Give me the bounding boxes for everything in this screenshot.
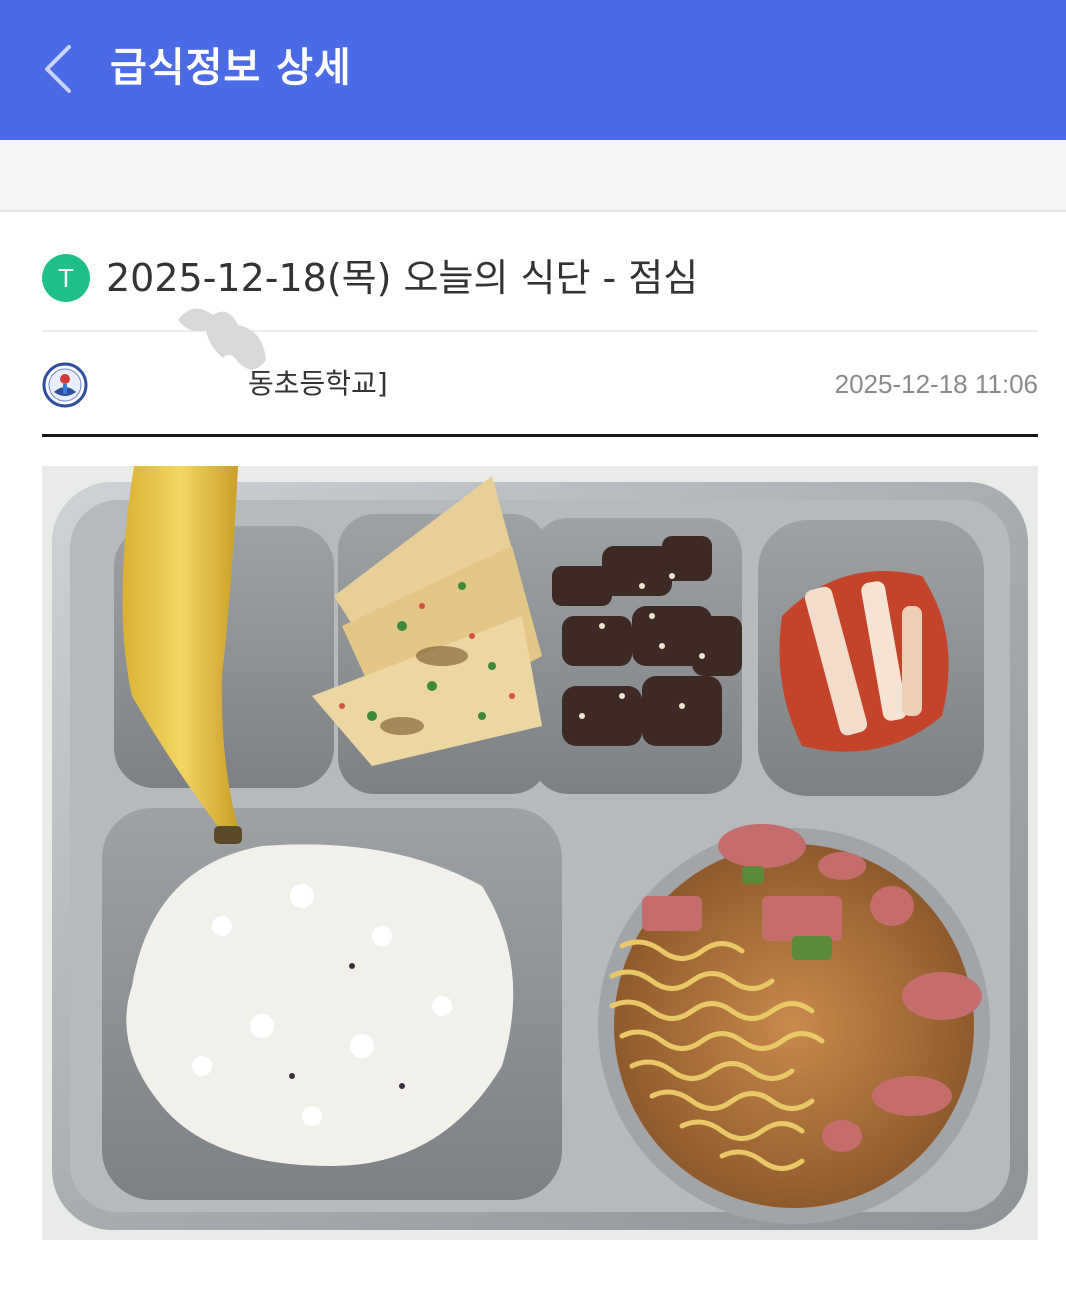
post-type-badge: T — [42, 254, 90, 302]
content-divider — [42, 434, 1038, 437]
meal-photo[interactable] — [42, 466, 1038, 1240]
back-button[interactable] — [28, 34, 88, 104]
redaction-mark — [178, 308, 266, 370]
chevron-left-icon — [45, 45, 71, 93]
post-title: 2025-12-18(목) 오늘의 식단 - 점심 — [106, 256, 699, 300]
spacer-band — [0, 140, 1066, 212]
post-timestamp: 2025-12-18 11:06 — [834, 369, 1038, 399]
school-logo-icon — [42, 362, 88, 408]
page-title: 급식정보 상세 — [110, 45, 352, 91]
app-bar: 급식정보 상세 — [0, 0, 1066, 140]
